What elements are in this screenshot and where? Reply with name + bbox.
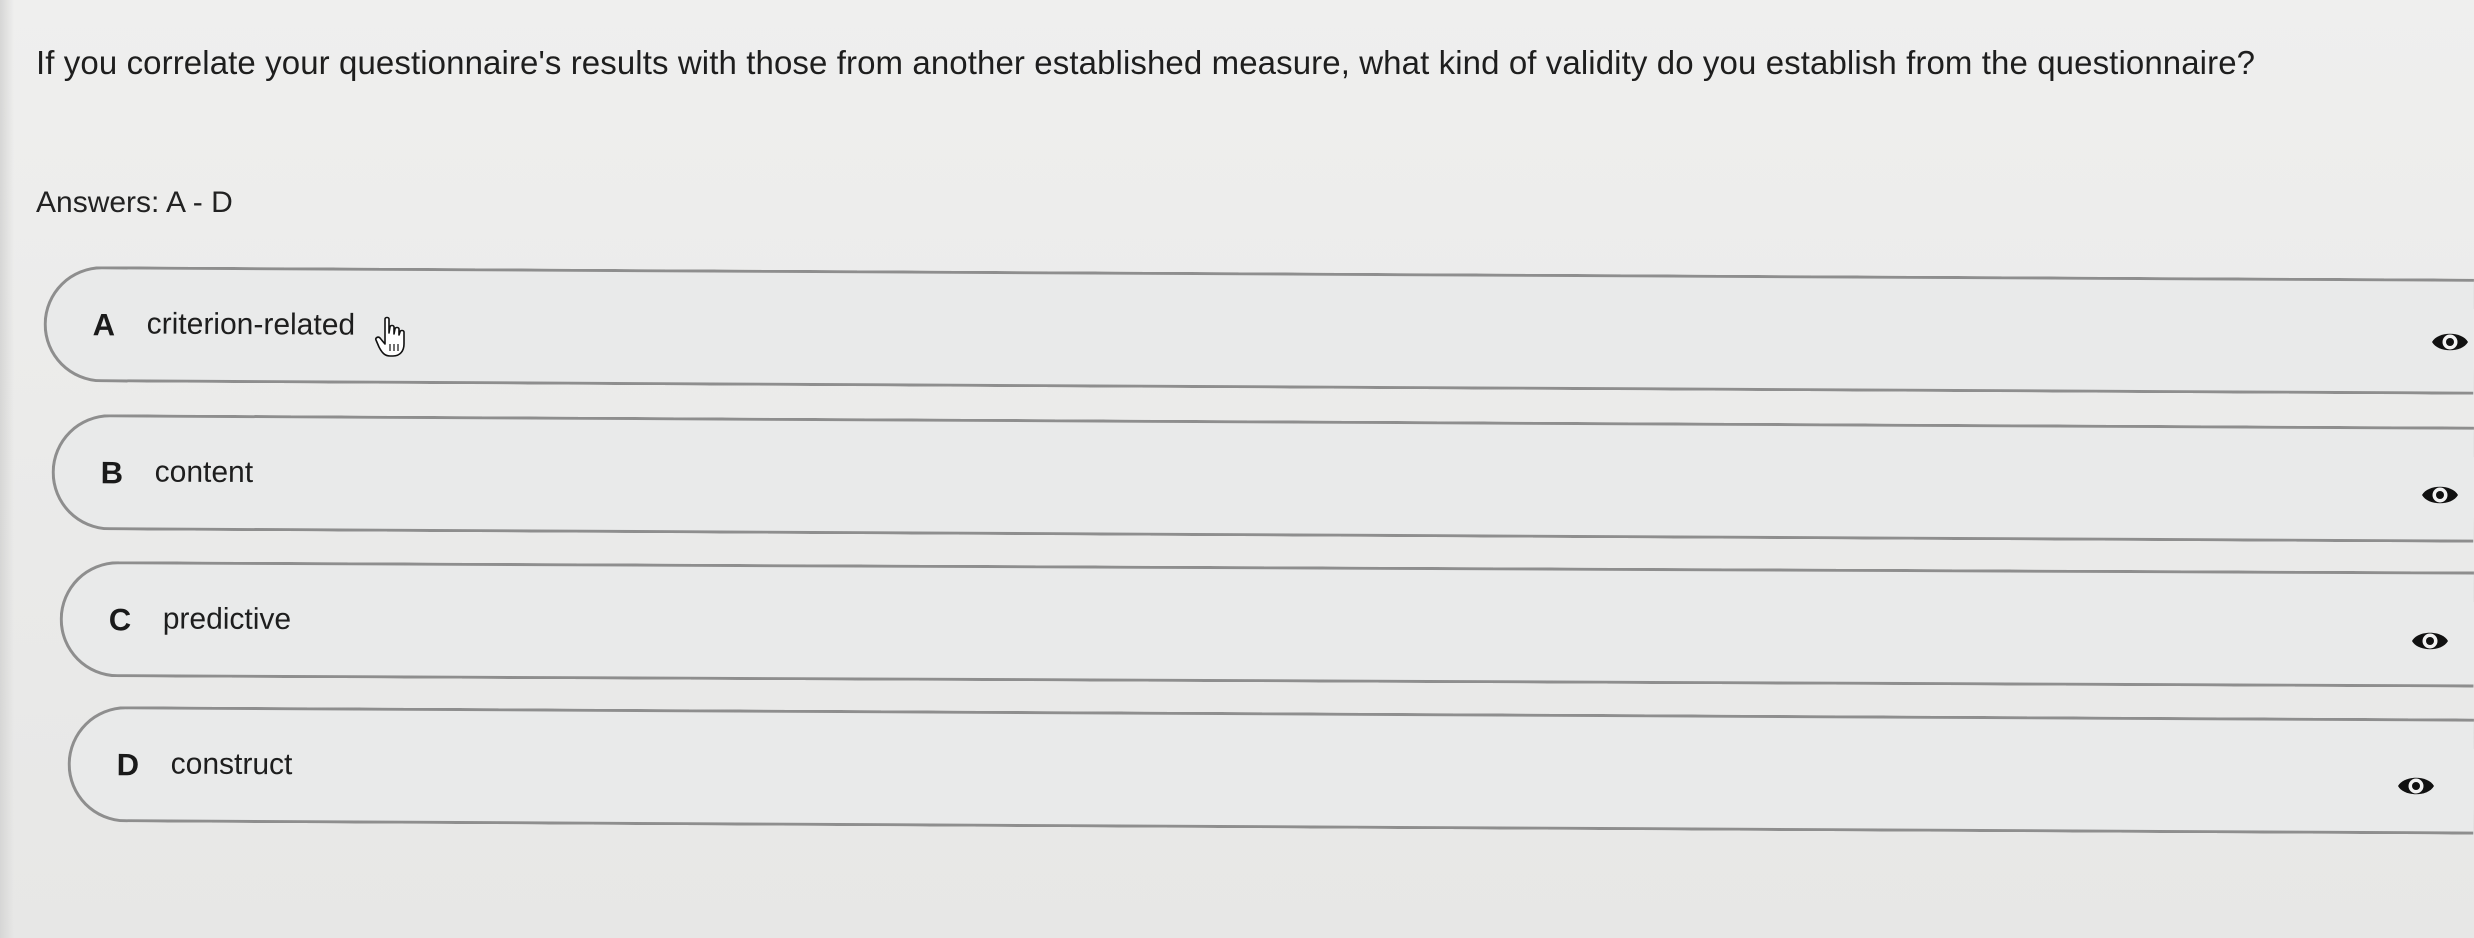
eye-icon[interactable] xyxy=(2430,328,2470,356)
eye-icon[interactable] xyxy=(2396,772,2436,800)
eye-icon[interactable] xyxy=(2410,627,2450,655)
question-text: If you correlate your questionnaire's re… xyxy=(36,44,2256,81)
option-letter: B xyxy=(100,455,124,491)
option-d[interactable]: D construct xyxy=(67,706,2474,835)
answers-label: Answers: A - D xyxy=(36,186,233,219)
page: If you correlate your questionnaire's re… xyxy=(0,0,2474,938)
option-text: construct xyxy=(170,747,293,782)
option-letter: A xyxy=(92,307,116,343)
option-letter: C xyxy=(108,602,132,638)
eye-icon[interactable] xyxy=(2420,481,2460,509)
option-text: criterion-related xyxy=(146,307,356,342)
option-text: content xyxy=(154,455,254,490)
option-text: predictive xyxy=(162,602,292,637)
option-b[interactable]: B content xyxy=(51,414,2474,543)
option-letter: D xyxy=(116,747,140,783)
option-c[interactable]: C predictive xyxy=(59,561,2474,688)
hand-pointer-icon xyxy=(375,316,405,357)
left-edge-shadow xyxy=(0,0,14,938)
